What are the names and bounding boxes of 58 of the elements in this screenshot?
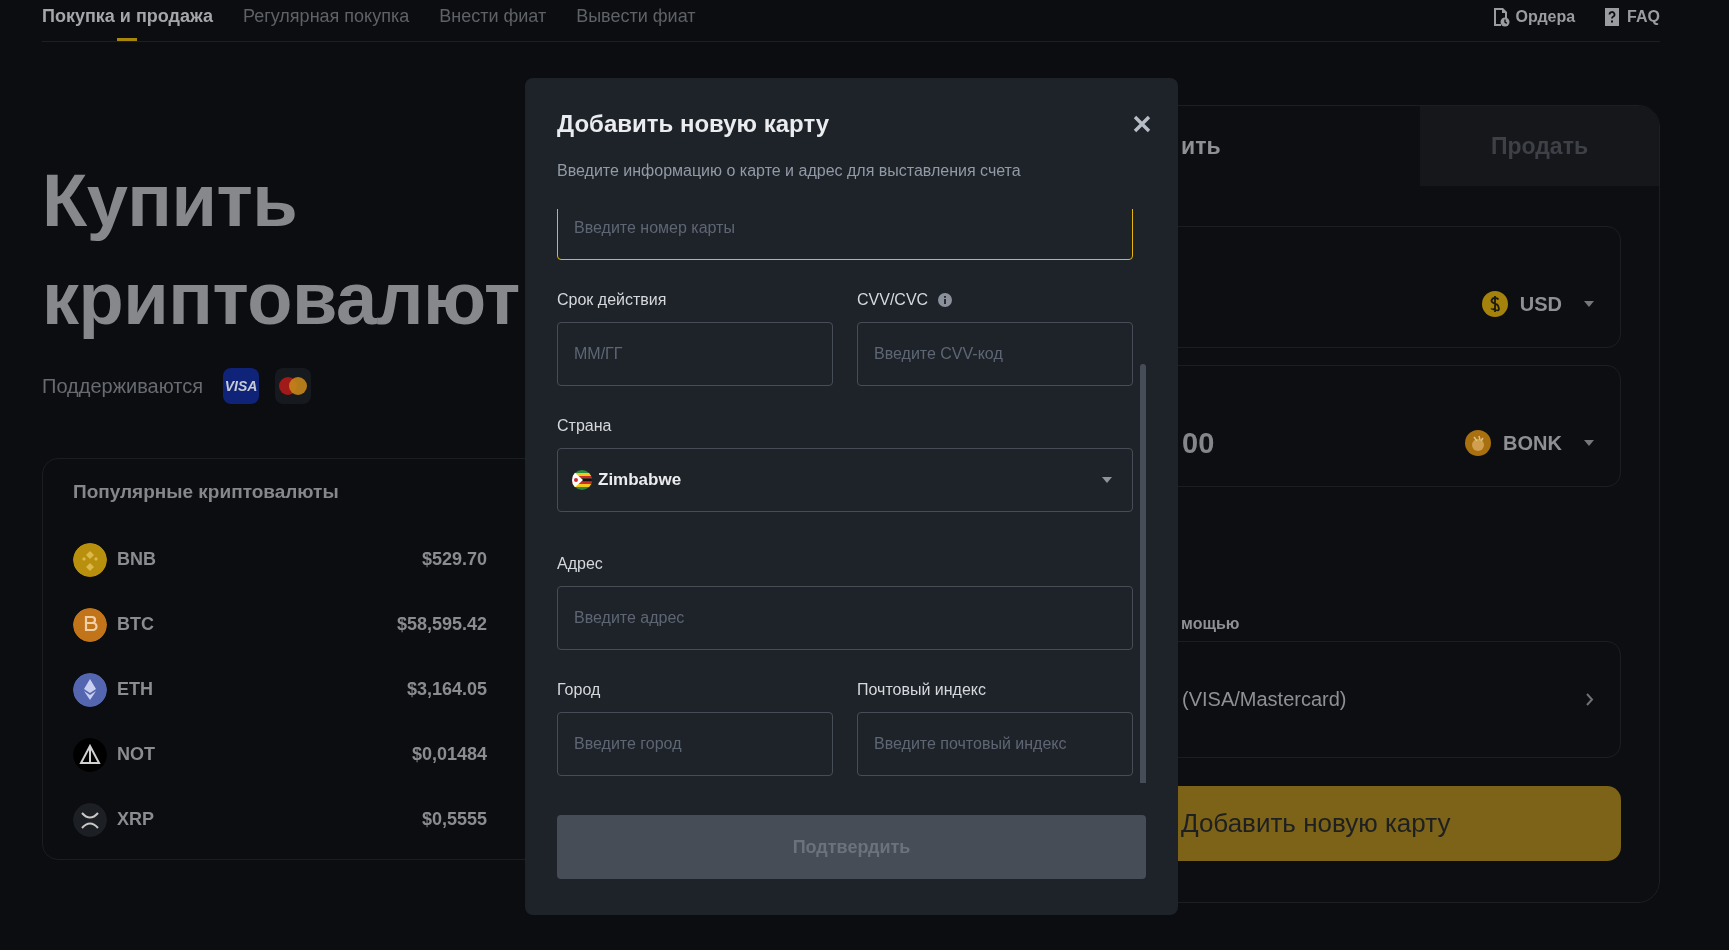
field-label: Страна [557, 417, 612, 435]
card-title: Популярные криптовалюты [73, 481, 340, 503]
dollar-coin-icon [1481, 291, 1508, 317]
field-label: CVV/CVC [857, 291, 929, 309]
caret-down-icon [1584, 301, 1594, 307]
coin-price: $529.70 [421, 549, 487, 570]
scrollbar[interactable] [1140, 364, 1146, 783]
flag-icon [572, 470, 592, 490]
amount-value: 00 [1182, 426, 1215, 460]
coin-symbol[interactable]: NOT [117, 744, 412, 765]
country-select[interactable]: Zimbabwe [557, 448, 1133, 512]
nav-tab[interactable]: Покупка и продажа [42, 0, 213, 41]
input-field[interactable]: Введите номер карты [557, 209, 1133, 260]
currency-label: USD [1519, 292, 1562, 316]
currency-label: BONK [1503, 431, 1562, 455]
nav-tab[interactable]: Регулярная покупка [242, 0, 410, 41]
field-label: Город [557, 681, 601, 699]
coin-price: $3,164.05 [406, 679, 487, 700]
coin-icon [73, 542, 107, 577]
input-field[interactable]: Введите адрес [557, 586, 1133, 650]
chevron-right-icon [1586, 693, 1594, 706]
nav-link[interactable]: FAQ [1627, 7, 1660, 26]
coin-icon [73, 737, 107, 772]
input-field[interactable]: Введите CVV-код [857, 322, 1133, 386]
coin-icon [73, 802, 107, 837]
nav-tab[interactable]: Внести фиат [439, 0, 547, 41]
coin-price: $58,595.42 [396, 614, 487, 635]
input-field[interactable]: ММ/ГГ [557, 322, 833, 386]
overlapping-circles-icon [278, 376, 309, 396]
field-label: Срок действия [557, 291, 667, 309]
field-label: Адрес [557, 555, 603, 573]
page-heading: криптовалют [42, 256, 520, 342]
coin-symbol[interactable]: ETH [117, 679, 407, 700]
coin-symbol[interactable]: XRP [117, 809, 422, 830]
coin-price: $0,01484 [411, 744, 487, 765]
modal-subtitle: Введите информацию о карте и адрес для выставления счета [557, 162, 1022, 180]
coin-icon [1465, 430, 1492, 456]
supported-label: Поддерживаются [42, 374, 204, 398]
document-question-icon [1603, 6, 1622, 27]
close-icon [1132, 114, 1152, 134]
input-field[interactable]: Введите город [557, 712, 833, 776]
caret-down-icon [1102, 477, 1112, 483]
coin-symbol[interactable]: BNB [117, 549, 422, 570]
coin-icon [73, 607, 107, 642]
document-clock-icon [1491, 6, 1510, 27]
coin-symbol[interactable]: BTC [117, 614, 397, 635]
field-label: Почтовый индекс [857, 681, 986, 699]
input-field[interactable]: Введите почтовый индекс [857, 712, 1133, 776]
coin-icon [73, 672, 107, 707]
modal-title: Добавить новую карту [557, 110, 830, 138]
nav-link[interactable]: Ордера [1515, 7, 1576, 26]
coin-price: $0,5555 [421, 809, 487, 830]
nav-tab[interactable]: Вывести фиат [576, 0, 696, 41]
payment-method-label: мощью [1181, 615, 1241, 633]
caret-down-icon [1584, 440, 1594, 446]
close-button[interactable] [1132, 114, 1152, 134]
page-heading: Купить [42, 158, 298, 244]
visa-logo: VISA [223, 368, 260, 404]
